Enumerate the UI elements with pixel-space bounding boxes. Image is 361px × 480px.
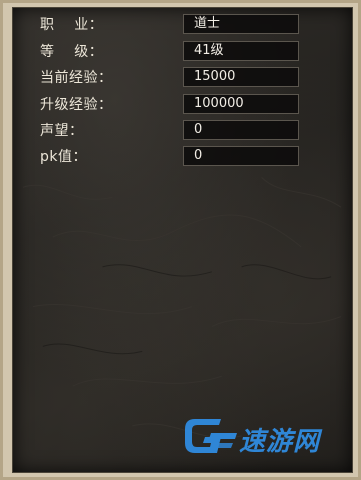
reputation-label: 声望： [40,123,84,139]
watermark-logo: 速游网 [181,413,351,463]
level-value: 41级 [183,41,299,61]
window-frame: 职 业： 道士 等 级： 41级 当前经验： 15000 升级经验： 10000… [0,0,361,480]
stat-row-pk: pk值： 0 [13,146,352,168]
stat-row-profession: 职 业： 道士 [13,14,352,36]
stat-row-level: 等 级： 41级 [13,41,352,63]
watermark-text: 速游网 [239,427,321,457]
level-label: 等 级： [40,44,104,60]
stat-row-levelup-exp: 升级经验： 100000 [13,94,352,116]
speed-g-logo-icon [185,419,237,453]
profession-label: 职 业： [40,17,104,33]
current-exp-label: 当前经验： [40,70,113,86]
profession-value: 道士 [183,14,299,34]
levelup-exp-label: 升级经验： [40,97,113,113]
stat-row-reputation: 声望： 0 [13,120,352,142]
current-exp-value: 15000 [183,67,299,87]
stat-row-current-exp: 当前经验： 15000 [13,67,352,89]
levelup-exp-value: 100000 [183,94,299,114]
pk-value: 0 [183,146,299,166]
pk-label: pk值： [40,149,87,165]
character-info-panel: 职 业： 道士 等 级： 41级 当前经验： 15000 升级经验： 10000… [12,7,353,473]
reputation-value: 0 [183,120,299,140]
